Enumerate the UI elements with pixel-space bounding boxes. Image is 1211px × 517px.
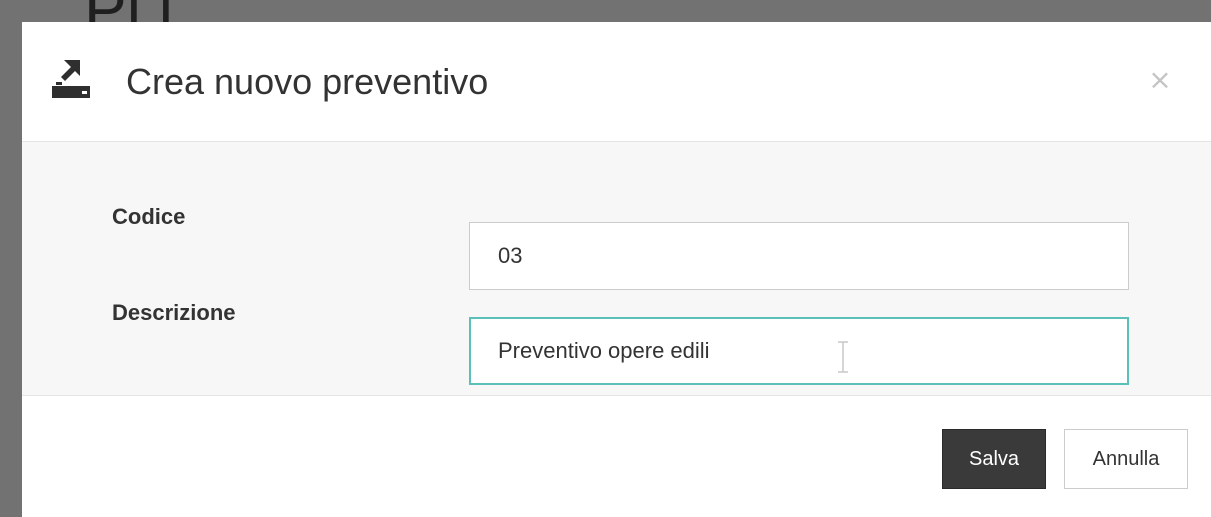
codice-label: Codice [112,204,186,229]
dialog-header: Crea nuovo preventivo × [22,22,1211,142]
dialog-body: Codice Descrizione [22,142,1211,396]
dialog-footer: Salva Annulla [22,396,1211,517]
text-cursor-icon [838,341,848,373]
close-icon[interactable]: × [1146,66,1174,94]
dialog-title: Crea nuovo preventivo [126,61,489,102]
export-icon [52,60,90,98]
create-quote-dialog: Crea nuovo preventivo × Codice Descrizio… [22,22,1211,517]
codice-input[interactable] [469,222,1129,290]
save-button[interactable]: Salva [942,429,1046,489]
descrizione-input[interactable] [469,317,1129,385]
descrizione-label: Descrizione [112,300,236,325]
cancel-button[interactable]: Annulla [1064,429,1188,489]
